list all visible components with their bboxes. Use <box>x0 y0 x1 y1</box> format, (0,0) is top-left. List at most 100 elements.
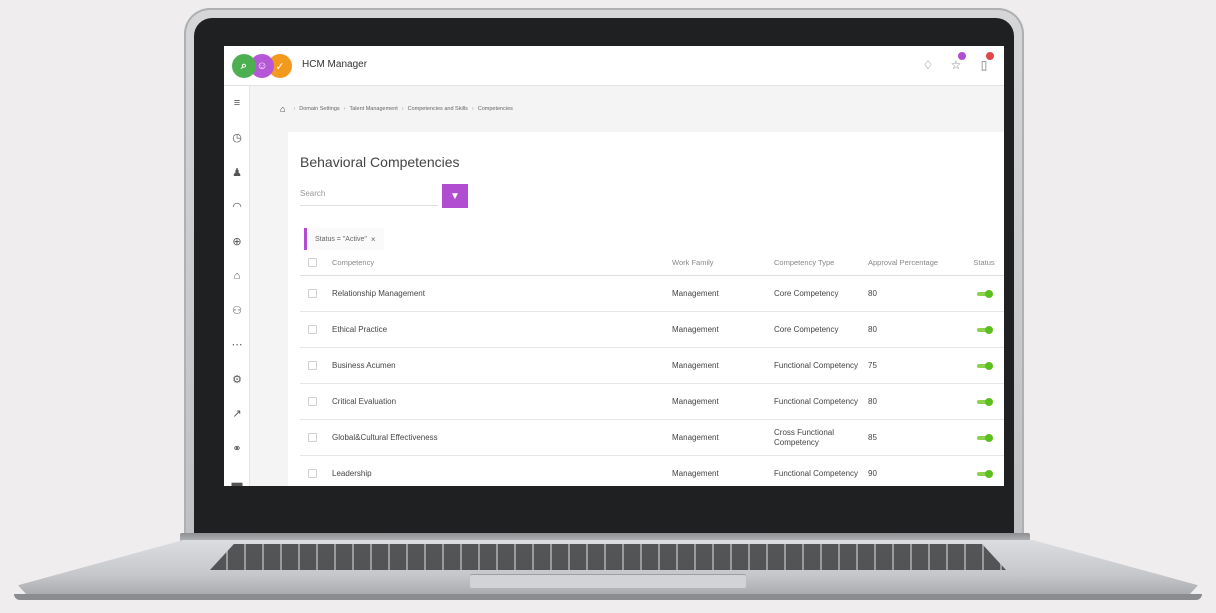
breadcrumb-separator: › <box>471 106 474 112</box>
menu-icon: ≡ <box>233 97 241 110</box>
notification-badge <box>958 52 966 60</box>
team-icon: ⋯ <box>231 339 243 352</box>
breadcrumb-separator: › <box>343 106 346 112</box>
table-body: Relationship Management Management Core Co… <box>300 276 1004 486</box>
cell-competency: Business Acumen <box>332 360 396 370</box>
competencies-table: Competency Work Family Competency Type A… <box>300 250 1004 486</box>
laptop-keyboard <box>210 544 1006 570</box>
breadcrumb-item[interactable]: Domain Settings <box>299 106 339 112</box>
clipboard-icon[interactable]: ▯ <box>976 52 994 76</box>
breadcrumb-item[interactable]: Talent Management <box>349 106 397 112</box>
cell-competency: Relationship Management <box>332 288 425 298</box>
home-icon[interactable]: ⌂ <box>280 104 285 114</box>
cell-competency-type: Functional Competency <box>774 396 859 406</box>
table-row[interactable]: Global&Cultural Effectiveness Management C… <box>300 420 1004 456</box>
notification-icon[interactable]: ☆ <box>948 52 966 76</box>
sidebar-item-search-zoom[interactable]: ⊕ <box>224 224 250 259</box>
search-zoom-icon: ⊕ <box>232 235 242 248</box>
cell-competency: Global&Cultural Effectiveness <box>332 432 438 442</box>
sidebar-item-chart[interactable]: ↗ <box>224 397 250 432</box>
folder-icon: ▬ <box>231 476 243 486</box>
competencies-panel: Behavioral Competencies ▼ Status = "Acti… <box>288 132 1004 486</box>
users-icon: ⚇ <box>232 304 242 317</box>
table-row[interactable]: Leadership Management Functional Competenc… <box>300 456 1004 486</box>
sidebar-item-users[interactable]: ⚇ <box>224 293 250 328</box>
cell-work-family: Management <box>672 324 719 334</box>
cell-competency-type: Cross Functional Competency <box>774 427 835 447</box>
breadcrumb-separator: › <box>293 106 296 112</box>
search-icon: ⌕ <box>232 54 256 78</box>
gauge-icon: ◠ <box>232 201 242 214</box>
status-toggle[interactable] <box>977 325 993 334</box>
notification-badge <box>986 52 994 60</box>
top-icons: ♢ ☆ ▯ <box>920 52 994 76</box>
sidebar-item-person[interactable]: ♟ <box>224 155 250 190</box>
search-input[interactable] <box>300 182 438 206</box>
app-title: HCM Manager <box>302 59 368 70</box>
cell-work-family: Management <box>672 468 719 478</box>
person-icon: ♟ <box>232 166 242 179</box>
status-toggle[interactable] <box>977 433 993 442</box>
status-toggle[interactable] <box>977 361 993 370</box>
sidebar-item-clock[interactable]: ◷ <box>224 121 250 156</box>
cell-approval-percentage: 80 <box>868 324 877 334</box>
column-header-status[interactable]: Status <box>964 250 1004 275</box>
table-row[interactable]: Ethical Practice Management Core Competenc… <box>300 312 1004 348</box>
page-title: Behavioral Competencies <box>300 154 460 170</box>
cell-approval-percentage: 80 <box>868 396 877 406</box>
breadcrumb-item[interactable]: Competencies and Skills <box>408 106 468 112</box>
sidebar-item-graduation-cap[interactable]: ⌂ <box>224 259 250 294</box>
bell-icon[interactable]: ♢ <box>920 54 936 76</box>
top-bar: ⌕ ☺ ✓ HCM Manager ♢ ☆ ▯ <box>224 46 1004 86</box>
column-header-competency[interactable]: Competency <box>332 250 532 275</box>
status-toggle[interactable] <box>977 469 993 478</box>
sidebar-item-gauge[interactable]: ◠ <box>224 190 250 225</box>
row-checkbox[interactable] <box>308 433 317 442</box>
sidebar-item-group[interactable]: ⚭ <box>224 431 250 466</box>
sidebar-item-folder[interactable]: ▬ <box>224 466 250 486</box>
cell-competency-type: Core Competency <box>774 288 839 298</box>
sidebar-item-gear[interactable]: ⚙ <box>224 362 250 397</box>
column-header-competency-type[interactable]: Competency Type <box>774 250 864 275</box>
cell-approval-percentage: 80 <box>868 288 877 298</box>
laptop-trackpad <box>470 574 746 588</box>
brand-logo[interactable]: ⌕ ☺ ✓ <box>232 54 292 78</box>
cell-competency-type: Functional Competency <box>774 468 859 478</box>
column-header-work-family[interactable]: Work Family <box>672 250 762 275</box>
laptop-base-edge <box>14 594 1202 600</box>
cell-work-family: Management <box>672 396 719 406</box>
gear-icon: ⚙ <box>232 373 242 386</box>
cell-approval-percentage: 90 <box>868 468 877 478</box>
select-all-checkbox[interactable] <box>308 258 317 267</box>
cell-competency: Ethical Practice <box>332 324 388 334</box>
row-checkbox[interactable] <box>308 361 317 370</box>
app-screen: ⌕ ☺ ✓ HCM Manager ♢ ☆ ▯ ≡ ◷ ♟ ◠ ⊕ ⌂ ⚇ ⋯ ⚙ ↗ ⚭ ▬ ⌂ › Doma… <box>224 46 1004 486</box>
column-header-approval-percentage[interactable]: Approval Percentage <box>868 250 968 275</box>
sidebar: ≡ ◷ ♟ ◠ ⊕ ⌂ ⚇ ⋯ ⚙ ↗ ⚭ ▬ <box>224 86 250 486</box>
graduation-cap-icon: ⌂ <box>233 269 241 282</box>
filter-icon: ▼ <box>450 190 460 202</box>
table-row[interactable]: Business Acumen Management Functional Comp… <box>300 348 1004 384</box>
sidebar-item-team[interactable]: ⋯ <box>224 328 250 363</box>
chip-remove-icon[interactable]: × <box>371 235 376 244</box>
cell-work-family: Management <box>672 288 719 298</box>
cell-competency: Leadership <box>332 468 372 478</box>
breadcrumb-item: Competencies <box>477 106 513 112</box>
group-icon: ⚭ <box>232 442 242 455</box>
filter-chip-label: Status = "Active" <box>315 235 367 243</box>
sidebar-item-menu[interactable]: ≡ <box>224 86 250 121</box>
row-checkbox[interactable] <box>308 289 317 298</box>
row-checkbox[interactable] <box>308 325 317 334</box>
breadcrumb: ⌂ › Domain Settings › Talent Management › Com… <box>250 86 1004 132</box>
clock-icon: ◷ <box>232 132 242 145</box>
status-toggle[interactable] <box>977 397 993 406</box>
cell-approval-percentage: 85 <box>868 432 877 442</box>
filter-button[interactable]: ▼ <box>442 184 468 208</box>
table-row[interactable]: Critical Evaluation Management Functional … <box>300 384 1004 420</box>
cell-approval-percentage: 75 <box>868 360 877 370</box>
status-toggle[interactable] <box>977 289 993 298</box>
row-checkbox[interactable] <box>308 397 317 406</box>
breadcrumb-separator: › <box>401 106 404 112</box>
row-checkbox[interactable] <box>308 469 317 478</box>
table-row[interactable]: Relationship Management Management Core Co… <box>300 276 1004 312</box>
